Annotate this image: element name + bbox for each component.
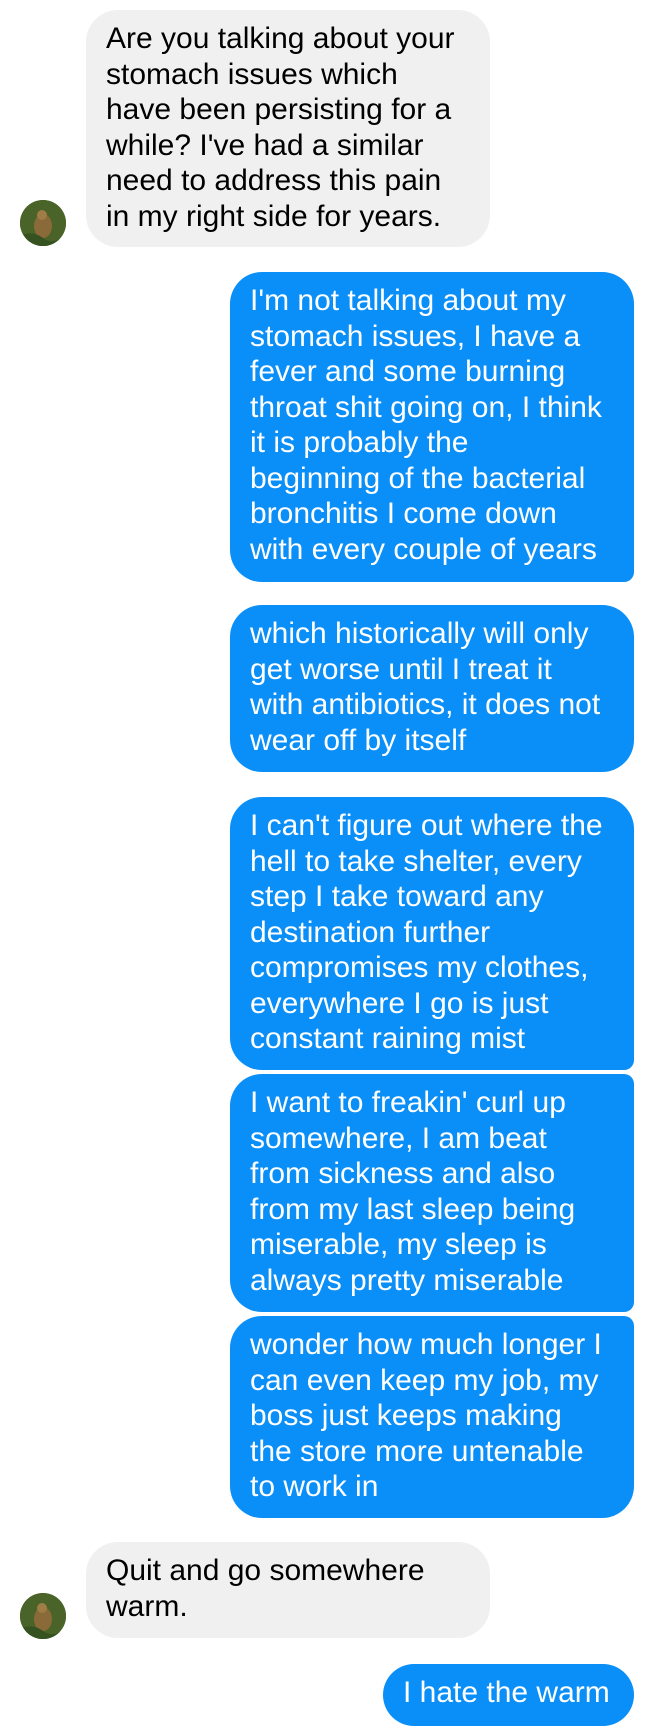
contact-avatar[interactable] <box>20 1593 66 1639</box>
message-bubble-outgoing[interactable]: I hate the warm <box>383 1664 634 1726</box>
message-bubble-incoming[interactable]: Are you talking about your stomach issue… <box>86 10 490 247</box>
message-bubble-incoming[interactable]: Quit and go somewhere warm. <box>86 1542 490 1638</box>
message-bubble-outgoing[interactable]: which historically will only get worse u… <box>230 605 634 772</box>
avatar-image <box>20 1593 66 1639</box>
message-bubble-outgoing[interactable]: I want to freakin' curl up somewhere, I … <box>230 1074 634 1312</box>
message-bubble-outgoing[interactable]: I can't figure out where the hell to tak… <box>230 797 634 1070</box>
message-bubble-outgoing[interactable]: I'm not talking about my stomach issues,… <box>230 272 634 582</box>
contact-avatar[interactable] <box>20 200 66 246</box>
avatar-image <box>20 200 66 246</box>
message-bubble-outgoing[interactable]: wonder how much longer I can even keep m… <box>230 1316 634 1518</box>
